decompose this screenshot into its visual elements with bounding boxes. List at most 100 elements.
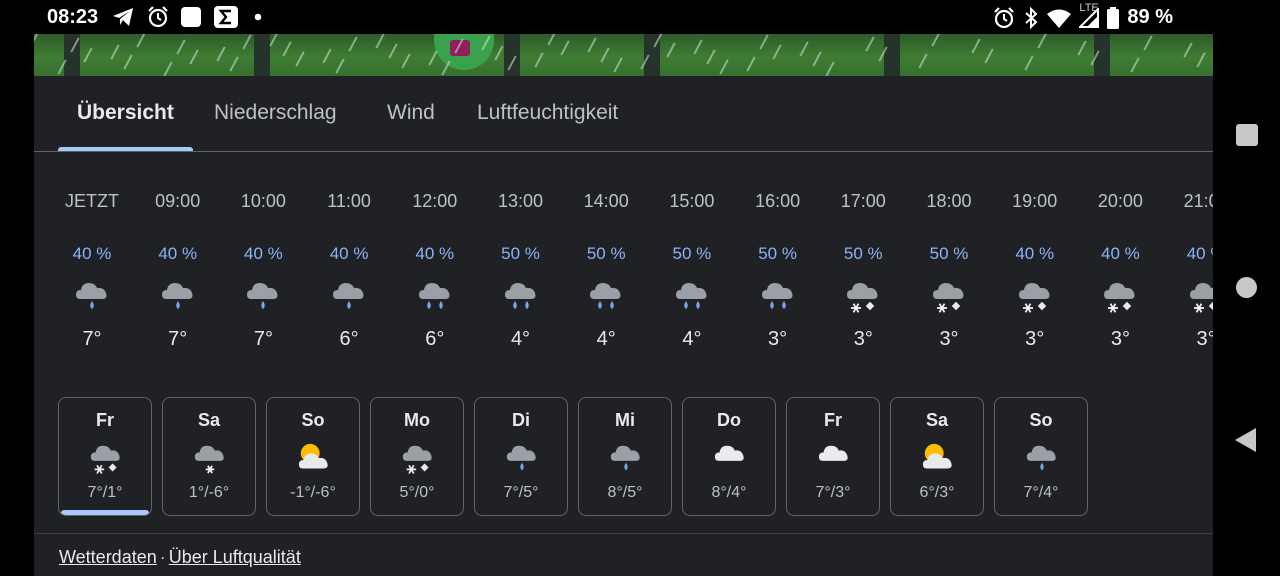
tab-niederschlag[interactable]: Niederschlag [214,101,337,125]
banner-rain-streak [1196,52,1206,68]
hour-temperature: 4° [682,328,702,350]
status-time: 08:23 [47,6,99,28]
day-card[interactable]: Fr 7°/1° [58,397,152,516]
precipitation-chance: 40 % [72,244,112,263]
banner-rain-streak [600,47,610,63]
tab-wind[interactable]: Wind [387,101,435,125]
rain-heavy-icon [760,277,796,317]
hourly-forecast[interactable]: JETZT 40 % 7° 09:00 40 % 7° 10:00 40 % 7° 11:00 40… [34,152,1213,372]
day-card[interactable]: So -1°/-6° [266,397,360,516]
cloudy-icon [713,440,747,474]
sleet-icon [401,440,435,474]
network-type: LTE [1079,1,1099,14]
divider [34,533,1213,534]
banner-rain-streak [401,53,411,69]
banner-rain-streak [242,34,252,50]
status-right-group: LTE 89 % [993,2,1173,29]
hour-column: 16:00 50 % 3° [735,152,821,372]
rain-icon [331,277,367,317]
hour-column: 19:00 40 % 3° [992,152,1078,372]
day-name: Mo [404,410,430,430]
sleet-icon [89,440,123,474]
precipitation-chance: 50 % [501,244,540,263]
banner-rain-streak [136,34,146,48]
day-card[interactable]: Sa 6°/3° [890,397,984,516]
battery-level: 89 % [1127,6,1173,28]
day-card[interactable]: Mo 5°/0° [370,397,464,516]
banner-rain-streak [759,34,769,50]
weather-data-link[interactable]: Wetterdaten [59,547,157,567]
wifi-icon [1047,8,1072,28]
hour-temperature: 3° [768,328,788,350]
snow-icon [193,440,227,474]
hour-temperature: 7° [253,328,273,350]
banner-rain-streak [1077,40,1087,56]
weather-app: Übersicht Niederschlag Wind Luftfeuchtigkei… [34,0,1213,576]
hour-column: 18:00 50 % 3° [906,152,992,372]
air-quality-link[interactable]: Über Luftqualität [169,547,301,567]
back-button[interactable] [1235,428,1256,452]
cloudy-icon [817,440,851,474]
hour-temperature: 7° [168,328,188,350]
day-temperature-range: -1°/-6° [290,484,336,501]
hour-temperature: 7° [82,328,102,350]
precipitation-chance: 40 % [1101,244,1140,263]
hour-temperature: 3° [853,328,873,350]
banner-rain-streak [772,44,782,60]
banner-tree-trunk [884,34,900,76]
hour-column: 13:00 50 % 4° [478,152,564,372]
hour-time: 13:00 [497,191,544,211]
hour-temperature: 4° [510,328,531,350]
day-card[interactable]: Do 8°/4° [682,397,776,516]
banner-rain-streak [34,34,40,46]
banner-rain-streak [375,34,385,49]
sleet-icon [1188,277,1213,317]
hour-time: 21:00 [1183,191,1213,211]
banner-rain-streak [719,59,729,75]
hour-column: JETZT 40 % 7° [49,152,135,372]
selected-day-indicator [61,510,149,515]
hour-time: 16:00 [755,191,801,211]
banner-rain-streak [295,51,305,67]
day-card[interactable]: Fr 7°/3° [786,397,880,516]
day-name: Sa [197,410,221,430]
day-card[interactable]: Sa 1°/-6° [162,397,256,516]
hour-time: 20:00 [1097,191,1143,211]
hour-temperature: 3° [1196,328,1213,350]
banner-rain-streak [799,41,809,57]
banner-rain-streak [984,48,994,64]
recents-button[interactable] [1236,124,1258,146]
home-button[interactable] [1236,277,1257,298]
rain-heavy-icon [417,277,453,317]
day-card[interactable]: Mi 8°/5° [578,397,672,516]
banner-rain-streak [587,37,597,53]
day-card[interactable]: So 7°/4° [994,397,1088,516]
hour-column: 20:00 40 % 3° [1077,152,1163,372]
banner-rain-streak [746,56,756,72]
rain-icon [160,277,196,317]
day-name: So [301,410,325,430]
banner-rain-streak [176,39,186,55]
day-card[interactable]: Di 7°/5° [474,397,568,516]
day-name: Do [717,410,741,430]
hour-column: 10:00 40 % 7° [220,152,306,372]
precipitation-chance: 40 % [329,244,369,263]
hour-temperature: 6° [425,328,445,350]
tab-luftfeuchtigkeit[interactable]: Luftfeuchtigkeit [477,101,618,125]
rain-icon [505,440,539,474]
weather-banner [34,34,1213,76]
telegram-icon [112,7,134,27]
hour-temperature: 6° [339,328,359,350]
banner-rain-streak [322,48,332,64]
day-name: Fr [824,410,842,430]
alarm-icon [147,6,169,28]
banner-rain-streak [666,42,676,58]
precipitation-chance: 50 % [758,244,797,263]
banner-rain-streak [613,57,623,73]
rain-icon [1025,440,1059,474]
hour-column: 14:00 50 % 4° [563,152,649,372]
banner-tree-trunk [254,34,270,76]
tab-übersicht[interactable]: Übersicht [77,101,174,125]
hour-time: 19:00 [1012,191,1058,211]
sleet-icon [845,277,881,317]
